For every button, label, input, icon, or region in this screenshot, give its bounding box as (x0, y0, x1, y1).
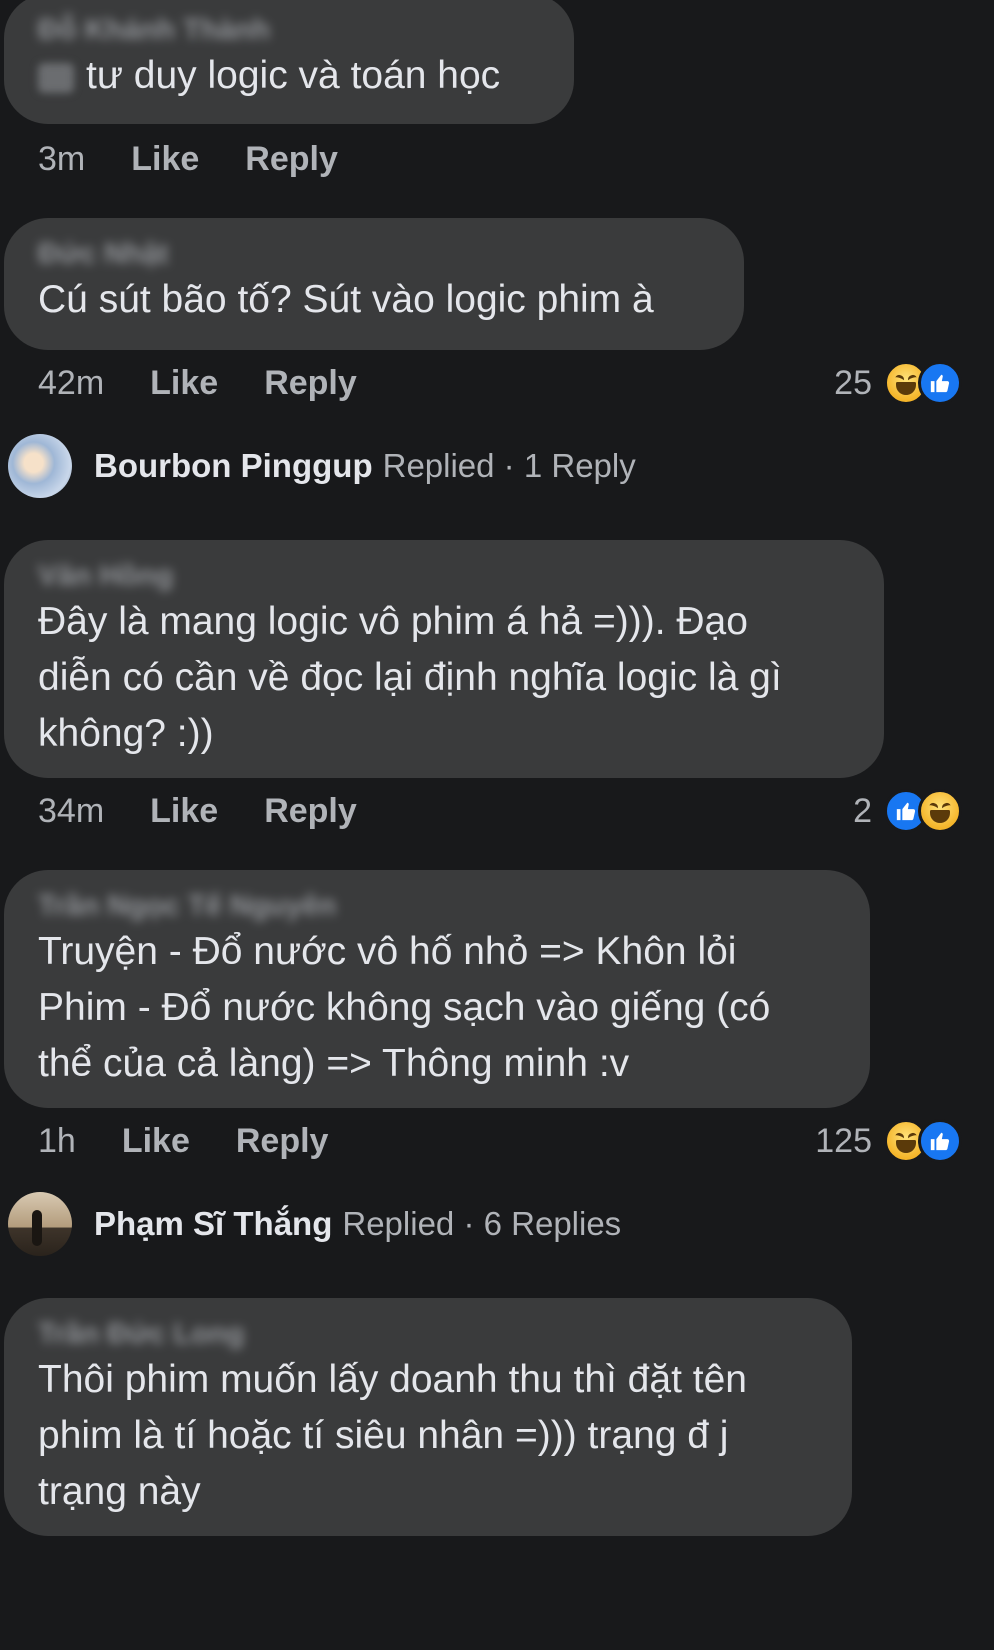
comment-author[interactable]: Trần Ngọc Tế Nguyên (38, 888, 838, 924)
comment-author[interactable]: Văn Hồng (38, 558, 852, 594)
comment-actions: 1h Like Reply (38, 1116, 374, 1166)
haha-icon (918, 789, 962, 833)
reply-button[interactable]: Reply (245, 140, 338, 179)
comment-bubble: Đỗ Khánh Thành tư duy logic và toán học (4, 0, 574, 124)
comment-actions: 42m Like Reply (38, 358, 403, 408)
comment-text: Thôi phim muốn lấy doanh thu thì đặt tên… (38, 1358, 747, 1513)
comment-timestamp: 3m (38, 139, 86, 178)
like-button[interactable]: Like (131, 140, 199, 179)
comment-text-body: tư duy logic và toán học (86, 54, 501, 97)
reply-author-name[interactable]: Bourbon Pinggup (94, 447, 373, 485)
reaction-summary[interactable]: 125 (815, 1116, 962, 1166)
reaction-summary[interactable]: 2 (853, 786, 962, 836)
reply-button[interactable]: Reply (236, 1122, 329, 1161)
reply-button[interactable]: Reply (264, 364, 357, 403)
avatar[interactable] (8, 1192, 72, 1256)
comment-bubble: Văn Hồng Đây là mang logic vô phim á hả … (4, 540, 884, 778)
like-icon (918, 1119, 962, 1163)
comment-text: Đây là mang logic vô phim á hả =))). Đạo… (38, 600, 782, 755)
reply-status[interactable]: Replied · 1 Reply (383, 447, 636, 485)
reaction-count: 2 (853, 791, 872, 830)
comment-bubble: Trần Ngọc Tế Nguyên Truyện - Đổ nước vô … (4, 870, 870, 1108)
comment-author[interactable]: Trần Đức Long (38, 1316, 820, 1352)
like-button[interactable]: Like (122, 1122, 190, 1161)
comment-text: Truyện - Đổ nước vô hố nhỏ => Khôn lỏi P… (38, 930, 771, 1085)
like-button[interactable]: Like (150, 792, 218, 831)
comment-text: tư duy logic và toán học (38, 48, 542, 104)
redacted-mention (38, 62, 74, 93)
comment-author[interactable]: Đức Nhật (38, 236, 712, 272)
reply-status[interactable]: Replied · 6 Replies (342, 1205, 621, 1243)
comment-timestamp: 34m (38, 791, 105, 830)
like-button[interactable]: Like (150, 364, 218, 403)
comment-author[interactable]: Đỗ Khánh Thành (38, 12, 542, 48)
replies-summary[interactable]: Bourbon Pinggup Replied · 1 Reply (8, 434, 636, 498)
reaction-summary[interactable]: 25 (834, 358, 962, 408)
comment-actions: 34m Like Reply (38, 786, 403, 836)
reaction-count: 125 (815, 1121, 872, 1160)
replies-summary[interactable]: Phạm Sĩ Thắng Replied · 6 Replies (8, 1192, 621, 1256)
comment-text: Cú sút bão tố? Sút vào logic phim à (38, 278, 654, 321)
comment-actions: 3m Like Reply (38, 134, 384, 184)
reaction-count: 25 (834, 363, 872, 402)
reply-button[interactable]: Reply (264, 792, 357, 831)
comment-bubble: Trần Đức Long Thôi phim muốn lấy doanh t… (4, 1298, 852, 1536)
like-icon (918, 361, 962, 405)
comment-bubble: Đức Nhật Cú sút bão tố? Sút vào logic ph… (4, 218, 744, 350)
reply-author-name[interactable]: Phạm Sĩ Thắng (94, 1205, 332, 1243)
comment-timestamp: 42m (38, 363, 105, 402)
comment-timestamp: 1h (38, 1121, 76, 1160)
avatar[interactable] (8, 434, 72, 498)
